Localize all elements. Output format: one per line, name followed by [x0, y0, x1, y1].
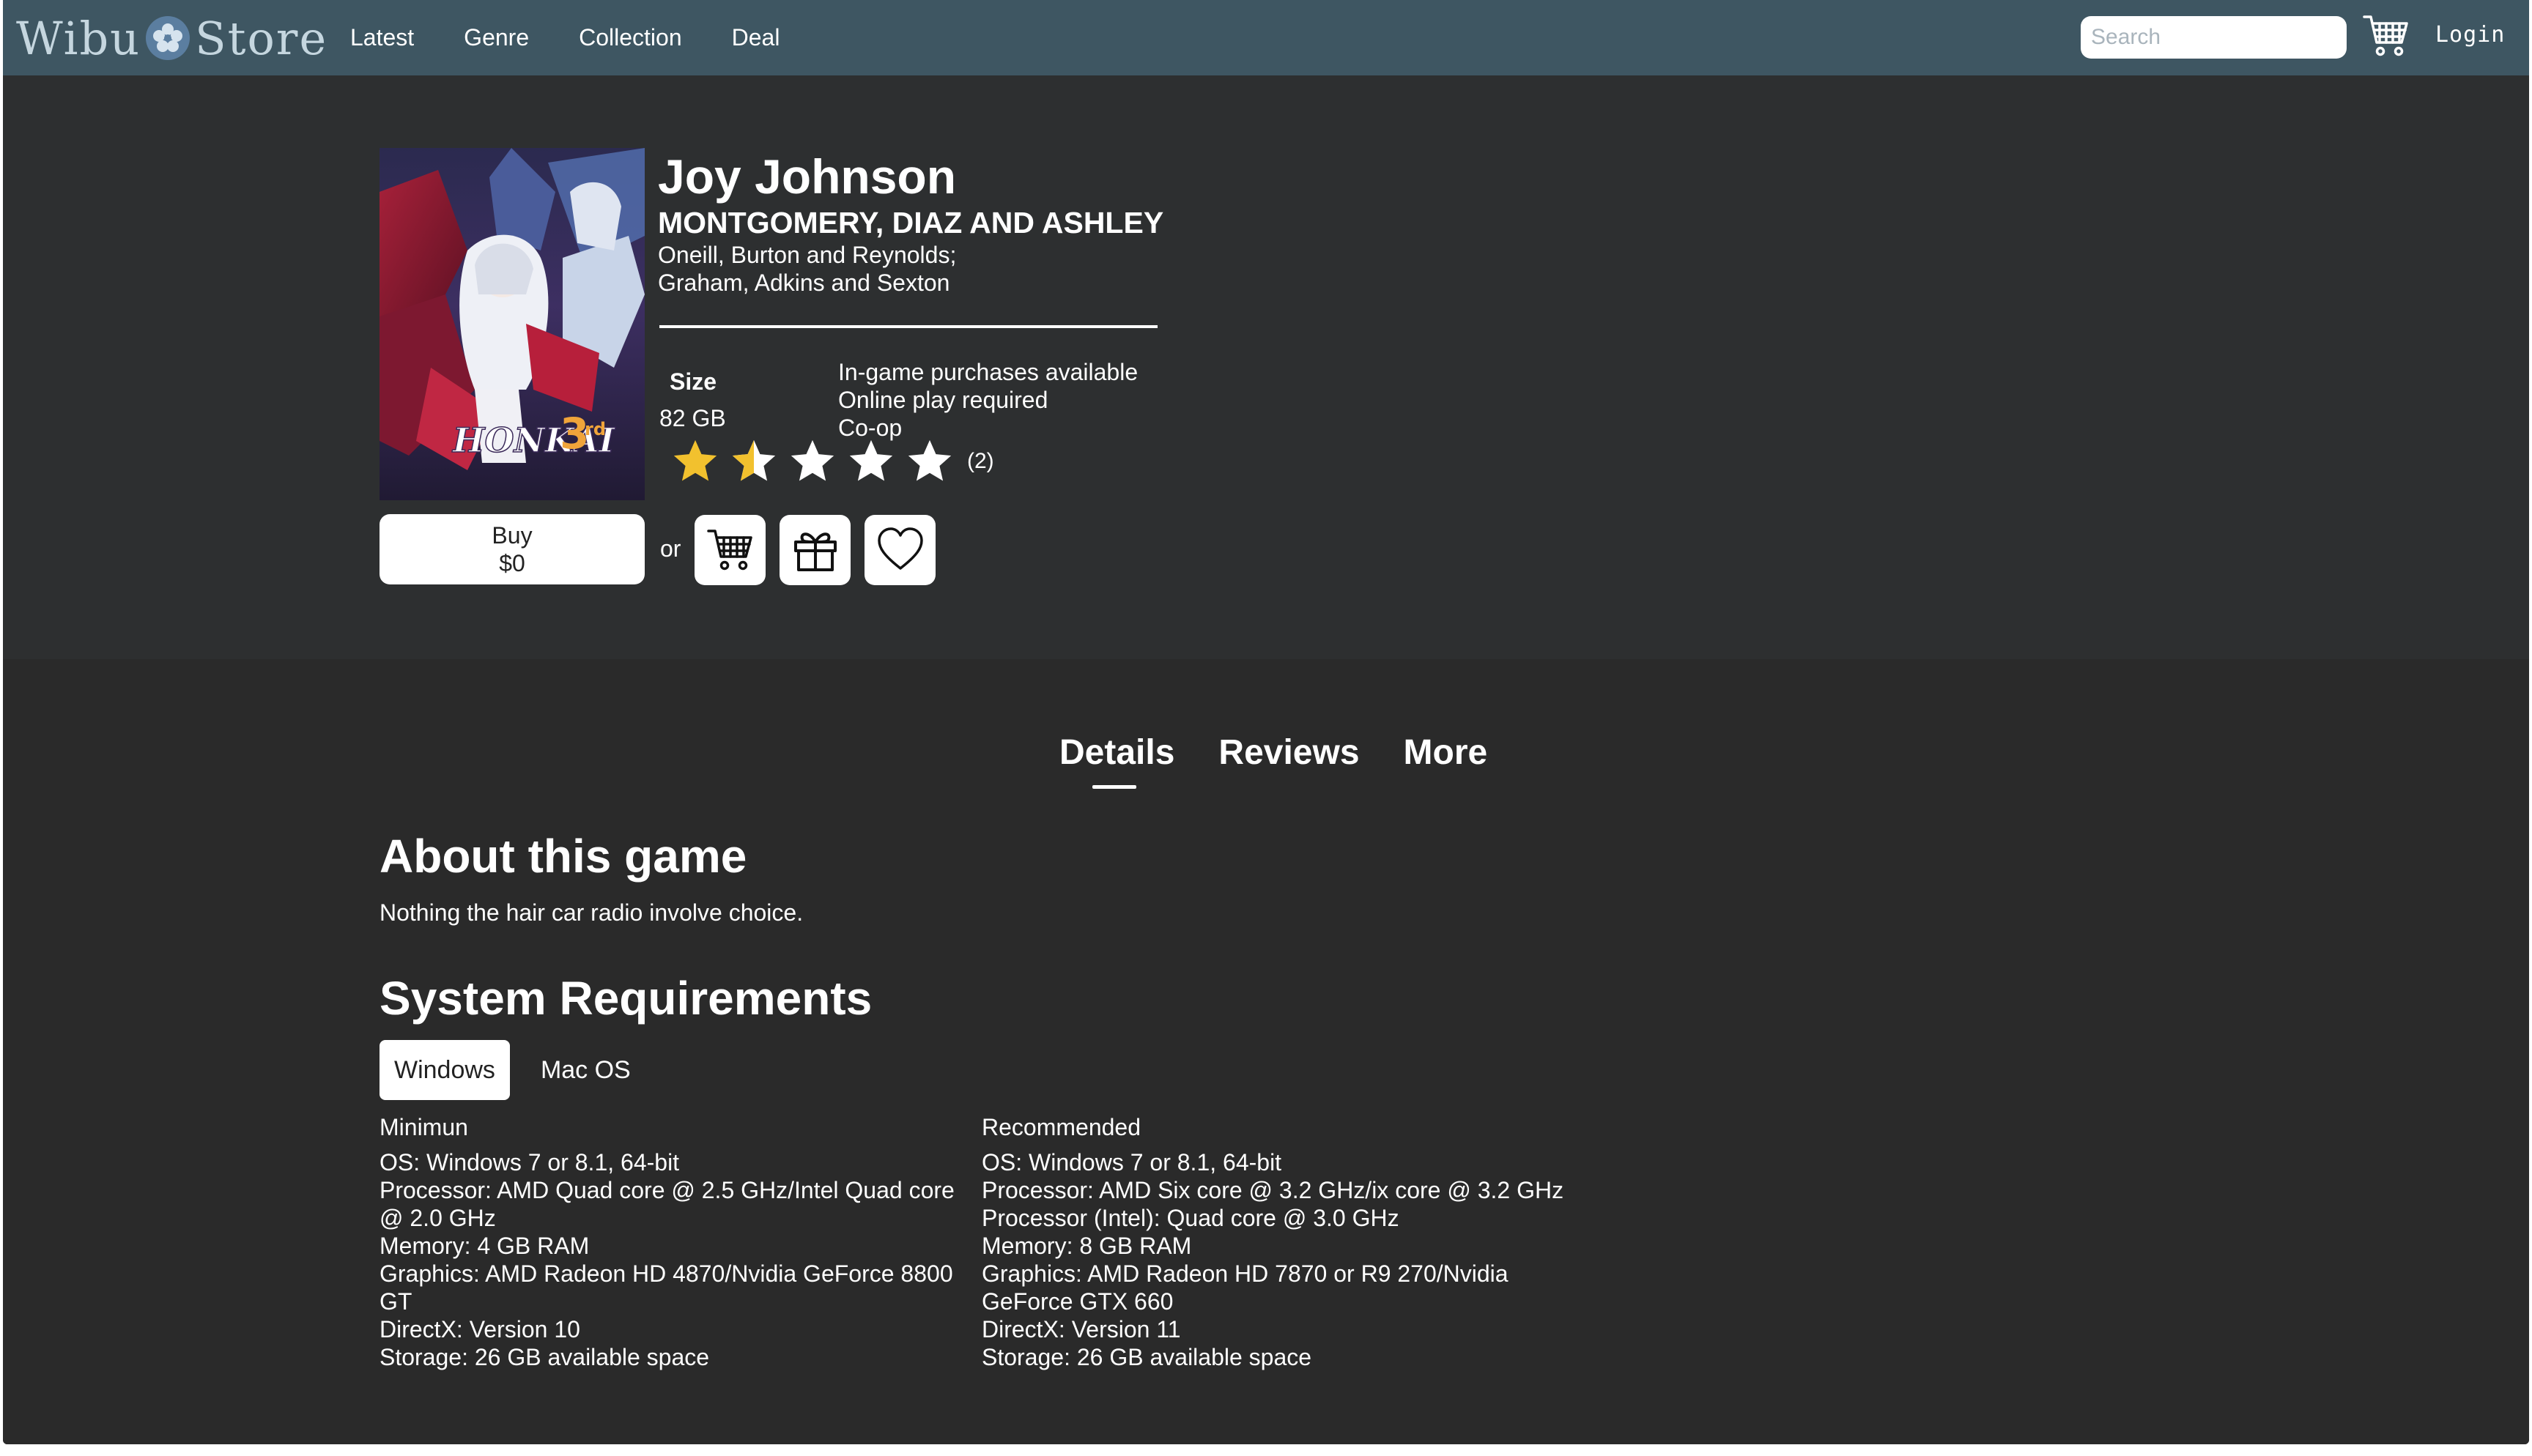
flower-logo-icon [146, 16, 190, 60]
requirement-line: Processor (Intel): Quad core @ 3.0 GHz [982, 1205, 1399, 1231]
nav-genre[interactable]: Genre [464, 24, 529, 51]
os-tab-windows[interactable]: Windows [380, 1040, 510, 1100]
os-tabs: Windows Mac OS [380, 1040, 645, 1100]
size-value: 82 GB [659, 405, 726, 431]
or-label: or [660, 535, 681, 562]
game-title: Joy Johnson [658, 149, 957, 204]
svg-text:rd: rd [585, 419, 606, 439]
nav-latest[interactable]: Latest [350, 24, 414, 51]
publisher-line: Oneill, Burton and Reynolds; [658, 242, 957, 268]
top-navbar: Wibu Store Latest Genre Collection Deal [3, 0, 2529, 75]
game-hero: HONKAI 3 rd Joy Johnson MONTGOMERY, DIAZ… [3, 75, 2529, 659]
cart-icon [706, 530, 752, 571]
add-to-cart-button[interactable] [695, 515, 766, 585]
game-publishers: Oneill, Burton and Reynolds; Graham, Adk… [658, 241, 956, 297]
store-logo[interactable]: Wibu Store [16, 7, 327, 69]
requirement-line: DirectX: Version 10 [380, 1316, 580, 1342]
star-icon[interactable] [787, 436, 838, 487]
minimum-heading: Minimun [380, 1114, 468, 1140]
rating-count: (2) [967, 449, 994, 473]
detail-tabs: Details Reviews More [1059, 732, 1488, 789]
info-divider [659, 325, 1158, 328]
feature-item: Online play required [838, 387, 1048, 413]
game-cover-image: HONKAI 3 rd [380, 148, 645, 500]
requirement-line: Graphics: AMD Radeon HD 4870/Nvidia GeFo… [380, 1260, 953, 1315]
tab-more[interactable]: More [1404, 732, 1488, 773]
buy-button[interactable]: Buy $0 [380, 514, 645, 584]
requirement-line: Processor: AMD Six core @ 3.2 GHz/ix cor… [982, 1177, 1564, 1203]
star-icon[interactable] [670, 436, 721, 487]
feature-list: In-game purchases available Online play … [838, 358, 1138, 442]
about-heading: About this game [380, 830, 747, 883]
price-label: $0 [499, 550, 525, 576]
requirement-line: OS: Windows 7 or 8.1, 64-bit [380, 1149, 680, 1175]
system-requirements-heading: System Requirements [380, 972, 873, 1025]
game-developer: MONTGOMERY, DIAZ AND ASHLEY [658, 206, 1164, 239]
publisher-line: Graham, Adkins and Sexton [658, 270, 950, 296]
size-label: Size [670, 368, 717, 395]
requirement-line: Graphics: AMD Radeon HD 7870 or R9 270/N… [982, 1260, 1509, 1315]
cart-icon[interactable] [2362, 13, 2410, 59]
os-tab-macos[interactable]: Mac OS [526, 1040, 645, 1100]
gift-button[interactable] [780, 515, 851, 585]
recommended-heading: Recommended [982, 1114, 1141, 1140]
gift-icon [793, 532, 837, 571]
search-input[interactable] [2081, 16, 2347, 59]
requirement-line: Processor: AMD Quad core @ 2.5 GHz/Intel… [380, 1177, 955, 1231]
star-rating[interactable]: (2) [670, 436, 994, 487]
app-window: Wibu Store Latest Genre Collection Deal [3, 0, 2529, 1444]
requirement-line: DirectX: Version 11 [982, 1316, 1181, 1342]
star-icon[interactable] [728, 436, 780, 487]
game-details-section: Details Reviews More About this game Not… [3, 659, 2529, 1444]
wishlist-button[interactable] [865, 515, 936, 585]
requirement-line: Memory: 4 GB RAM [380, 1233, 590, 1259]
nav-collection[interactable]: Collection [579, 24, 682, 51]
tab-details[interactable]: Details [1059, 732, 1174, 789]
requirement-line: OS: Windows 7 or 8.1, 64-bit [982, 1149, 1282, 1175]
about-text: Nothing the hair car radio involve choic… [380, 899, 804, 926]
requirement-line: Memory: 8 GB RAM [982, 1233, 1192, 1259]
logo-text-store: Store [195, 11, 328, 65]
buy-label: Buy [492, 522, 533, 549]
feature-item: In-game purchases available [838, 359, 1139, 385]
logo-text-wibu: Wibu [16, 11, 141, 65]
login-link[interactable]: Login [2435, 22, 2505, 48]
requirement-line: Storage: 26 GB available space [380, 1344, 710, 1370]
star-icon[interactable] [845, 436, 897, 487]
requirement-line: Storage: 26 GB available space [982, 1344, 1312, 1370]
recommended-requirements: Recommended OS: Windows 7 or 8.1, 64-bit… [982, 1113, 1568, 1371]
minimum-requirements: Minimun OS: Windows 7 or 8.1, 64-bit Pro… [380, 1113, 966, 1371]
main-nav: Latest Genre Collection Deal [350, 0, 780, 75]
nav-deal[interactable]: Deal [732, 24, 780, 51]
heart-icon [877, 527, 923, 570]
tab-reviews[interactable]: Reviews [1218, 732, 1359, 773]
star-icon[interactable] [904, 436, 955, 487]
